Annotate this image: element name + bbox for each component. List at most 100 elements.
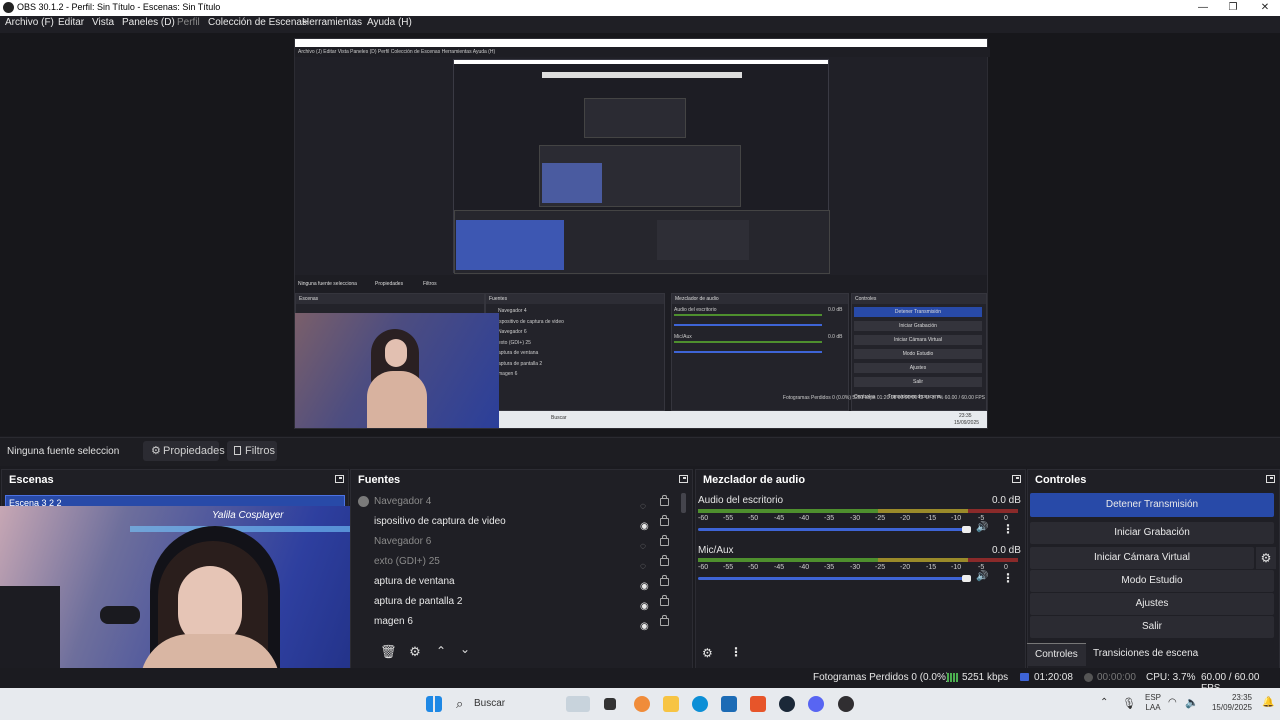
task-view-icon[interactable]	[604, 698, 616, 710]
lock-icon[interactable]	[660, 535, 669, 546]
lock-icon[interactable]	[660, 555, 669, 566]
widget-icon[interactable]	[566, 696, 590, 712]
source-row[interactable]: aptura de pantalla 2 ◉	[352, 592, 682, 612]
edge-icon[interactable]	[692, 696, 708, 712]
studio-mode-button[interactable]: Modo Estudio	[1030, 570, 1274, 592]
move-up-icon[interactable]: ⌃	[433, 644, 449, 660]
menu-archivo[interactable]: Archivo (F)	[5, 17, 54, 28]
obs-taskbar-icon[interactable]	[838, 696, 854, 712]
gear-icon[interactable]: ⚙	[407, 644, 423, 660]
copilot-icon[interactable]	[634, 696, 650, 712]
virtual-camera-gear-icon[interactable]: ⚙	[1256, 547, 1276, 569]
minimize-button[interactable]: —	[1188, 0, 1218, 16]
undock-icon[interactable]	[1266, 475, 1275, 483]
windows-start-icon[interactable]	[426, 696, 442, 712]
undock-icon[interactable]	[335, 475, 344, 483]
source-row[interactable]: aptura de ventana ◉	[352, 572, 682, 592]
source-row[interactable]: ispositivo de captura de video ◉	[352, 512, 682, 532]
status-bar: Fotogramas Perdidos 0 (0.0%) 5251 kbps 0…	[0, 668, 1280, 694]
title-bar: OBS 30.1.2 - Perfil: Sin Título - Escena…	[0, 0, 1280, 16]
chevron-up-icon[interactable]: ⌃	[1100, 697, 1108, 708]
taskbar-search[interactable]: Buscar	[474, 698, 505, 709]
sources-scrollbar[interactable]	[681, 493, 686, 513]
exit-button[interactable]: Salir	[1030, 616, 1274, 638]
lock-icon[interactable]	[660, 575, 669, 586]
controls-title: Controles	[1035, 474, 1087, 486]
windows-taskbar: ⌕ Buscar ⌃ 🎙 ESP LAA ◠ 🔈 23:35 15/09/2025 …	[0, 688, 1280, 720]
taskbar-clock[interactable]: 23:35 15/09/2025	[1206, 693, 1252, 713]
properties-button[interactable]: ⚙ Propiedades	[143, 441, 225, 461]
source-row[interactable]: Navegador 4 ◌	[352, 492, 682, 512]
file-explorer-icon[interactable]	[663, 696, 679, 712]
lock-icon[interactable]	[660, 615, 669, 626]
menu-herramientas[interactable]: Herramientas	[302, 17, 362, 28]
advanced-audio-gear-icon[interactable]: ⚙	[702, 646, 713, 660]
volume-slider-desktop[interactable]	[698, 528, 968, 531]
meter-red	[968, 509, 1018, 513]
menu-ayuda[interactable]: Ayuda (H)	[367, 17, 412, 28]
undock-icon[interactable]	[679, 475, 688, 483]
volume-knob[interactable]	[962, 526, 971, 533]
tab-scene-transitions[interactable]: Transiciones de escena	[1085, 643, 1206, 665]
lock-icon[interactable]	[660, 495, 669, 506]
nested-recursion-1	[453, 59, 830, 274]
nested-filters: Filtros	[423, 281, 437, 287]
stream-icon	[1020, 673, 1029, 681]
kebab-menu-icon[interactable]: ⋮	[1002, 522, 1014, 536]
speaker-icon[interactable]: 🔊	[976, 522, 988, 533]
close-button[interactable]: ✕	[1250, 0, 1280, 16]
move-down-icon[interactable]: ⌄	[457, 642, 473, 658]
stop-stream-button[interactable]: Detener Transmisión	[1030, 493, 1274, 517]
lock-icon[interactable]	[660, 595, 669, 606]
channel-db-desktop: 0.0 dB	[992, 495, 1021, 506]
nested-no-source: Ninguna fuente selecciona	[298, 281, 357, 287]
start-record-button[interactable]: Iniciar Grabación	[1030, 522, 1274, 544]
speaker-icon[interactable]: 🔊	[976, 571, 988, 582]
mixer-menu-icon[interactable]: ⋮	[730, 645, 742, 659]
kebab-menu-icon[interactable]: ⋮	[1002, 571, 1014, 585]
meter-red	[968, 558, 1018, 562]
tab-controls[interactable]: Controles	[1027, 643, 1086, 666]
menu-paneles[interactable]: Paneles (D)	[122, 17, 175, 28]
search-icon[interactable]: ⌕	[456, 696, 463, 712]
lock-icon[interactable]	[660, 515, 669, 526]
store-icon[interactable]	[721, 696, 737, 712]
virtual-camera-button[interactable]: Iniciar Cámara Virtual	[1030, 547, 1254, 569]
channel-name-mic: Mic/Aux	[698, 545, 734, 556]
volume-slider-mic[interactable]	[698, 577, 968, 580]
mixer-title: Mezclador de audio	[703, 474, 806, 486]
menu-coleccion[interactable]: Colección de Escenas	[208, 17, 307, 28]
nested-mixer: Mezclador de audio Audio del escritorio …	[671, 293, 849, 411]
wifi-icon[interactable]: ◠	[1168, 697, 1177, 708]
menu-vista[interactable]: Vista	[92, 17, 114, 28]
nested-controls: Controles Detener Transmisión Iniciar Gr…	[851, 293, 987, 411]
nested-properties: Propiedades	[375, 281, 404, 287]
menu-bar: Archivo (F) Editar Vista Paneles (D) Per…	[0, 16, 1280, 33]
steam-icon[interactable]	[779, 696, 795, 712]
audio-mixer-dock: Mezclador de audio Audio del escritorio …	[695, 469, 1026, 669]
undock-icon[interactable]	[1012, 475, 1021, 483]
brave-icon[interactable]	[750, 696, 766, 712]
eye-icon[interactable]: ◉	[640, 617, 649, 637]
settings-button[interactable]: Ajustes	[1030, 593, 1274, 615]
nested-title-bar	[295, 39, 987, 47]
discord-icon[interactable]	[808, 696, 824, 712]
filters-button[interactable]: Filtros	[227, 441, 277, 461]
volume-icon[interactable]: 🔈	[1185, 696, 1199, 709]
menu-editar[interactable]: Editar	[58, 17, 84, 28]
language-indicator[interactable]: ESP LAA	[1145, 693, 1161, 713]
signal-icon	[947, 673, 958, 682]
preview-screen-capture: Archivo (J) Editar Vista Paneles (D) Per…	[294, 38, 990, 429]
microphone-icon[interactable]: 🎙	[1122, 697, 1136, 710]
cpu-usage: CPU: 3.7%	[1146, 672, 1196, 683]
menu-perfil[interactable]: Perfil	[177, 17, 200, 28]
sources-title: Fuentes	[358, 474, 401, 486]
volume-knob[interactable]	[962, 575, 971, 582]
nested-dock-area: Ninguna fuente selecciona Propiedades Fi…	[295, 275, 987, 428]
source-row[interactable]: exto (GDI+) 25 ◌	[352, 552, 682, 572]
maximize-button[interactable]: ❐	[1218, 0, 1248, 16]
trash-icon[interactable]: 🗑	[380, 644, 397, 660]
source-row[interactable]: magen 6 ◉	[352, 612, 682, 632]
source-row[interactable]: Navegador 6 ◌	[352, 532, 682, 552]
notification-bell-icon[interactable]: 🔔	[1262, 697, 1274, 708]
